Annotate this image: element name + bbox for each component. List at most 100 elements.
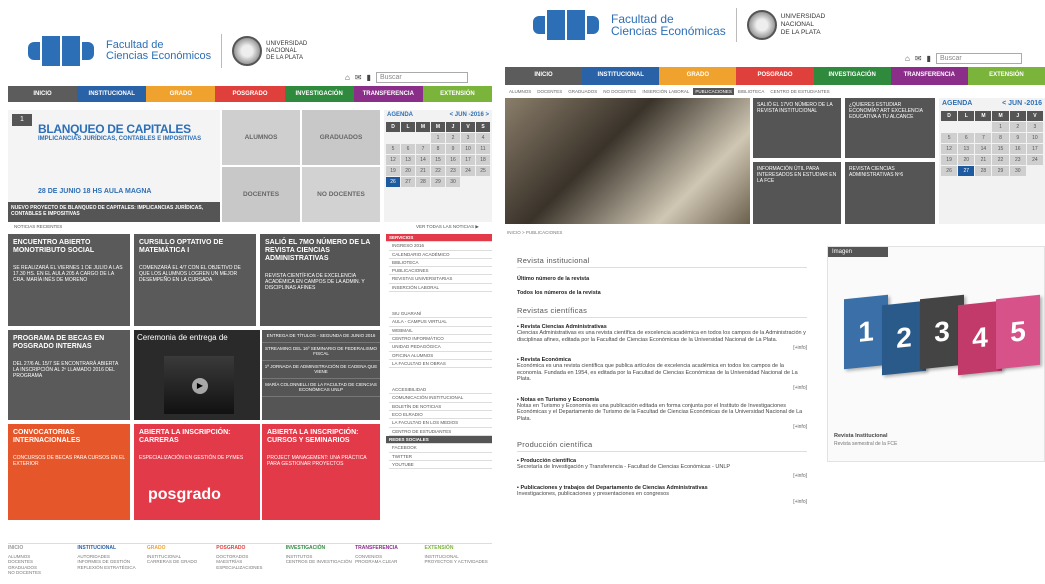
search-input[interactable]: Buscar xyxy=(935,53,1022,64)
footer-col-heading[interactable]: GRADO xyxy=(147,545,214,552)
fce-logo[interactable]: Facultad de Ciencias Económicas UNIVERSI… xyxy=(533,8,825,42)
calendar-day[interactable]: 23 xyxy=(446,166,460,176)
calendar-day[interactable]: 22 xyxy=(992,155,1009,165)
sidebar-link-boletin-de-noticias[interactable]: BOLETÍN DE NOTICIAS xyxy=(389,403,492,412)
sidebar-link-accesibilidad[interactable]: ACCESIBILIDAD xyxy=(389,386,492,395)
nav-item-inicio[interactable]: INICIO xyxy=(505,67,583,85)
subnav-item-alumnos[interactable]: ALUMNOS xyxy=(507,88,533,95)
sidebar-link-eco-elradio[interactable]: ECO ELRADIO xyxy=(389,411,492,420)
news-tile-carreras[interactable]: ABIERTA LA INSCRIPCIÓN: CARRERAS ESPECIA… xyxy=(134,424,260,520)
subnav-item-centro-de-estudiantes[interactable]: CENTRO DE ESTUDIANTES xyxy=(768,88,831,95)
subnav-item-biblioteca[interactable]: BIBLIOTECA xyxy=(736,88,767,95)
sidebar-link-calendario-academico[interactable]: CALENDARIO ACADÉMICO xyxy=(389,251,492,259)
subnav-item-publicaciones[interactable]: PUBLICACIONES xyxy=(693,88,734,95)
sidebar-link-youtube[interactable]: YOUTUBE xyxy=(389,461,492,470)
calendar-day[interactable]: 24 xyxy=(461,166,475,176)
more-info-link[interactable]: [+info] xyxy=(517,345,807,351)
calendar-day[interactable]: 21 xyxy=(416,166,430,176)
more-info-link[interactable]: [+info] xyxy=(517,473,807,479)
footer-link[interactable]: PROGRAMA CLEAR xyxy=(355,559,422,565)
calendar-day[interactable]: 13 xyxy=(958,144,975,154)
calendar-day[interactable]: 12 xyxy=(386,155,400,165)
calendar-day[interactable]: 22 xyxy=(431,166,445,176)
news-list-item[interactable]: STREAMING DEL 16º SEMINARIO DE FEDERALIS… xyxy=(262,343,380,361)
news-tile-convocatorias[interactable]: CONVOCATORIAS INTERNACIONALES CONCURSOS … xyxy=(8,424,130,520)
sidebar-link-biblioteca[interactable]: BIBLIOTECA xyxy=(389,259,492,268)
news-tile-revista[interactable]: SALIÓ EL 7MO NÚMERO DE LA REVISTA CIENCI… xyxy=(260,234,380,326)
calendar-day[interactable]: 17 xyxy=(461,155,475,165)
news-tile-monotributo[interactable]: ENCUENTRO ABIERTO MONOTRIBUTO SOCIAL SE … xyxy=(8,234,130,326)
promo-revista-ciencias[interactable]: REVISTA CIENCIAS ADMINISTRATIVAS Nº6 xyxy=(845,162,935,224)
sidebar-link-comunicacion-institucional[interactable]: COMUNICACIÓN INSTITUCIONAL xyxy=(389,394,492,403)
calendar-day[interactable]: 9 xyxy=(1009,133,1026,143)
footer-col-heading[interactable]: INVESTIGACIÓN xyxy=(286,545,353,552)
news-tile-cursos[interactable]: ABIERTA LA INSCRIPCIÓN: CURSOS Y SEMINAR… xyxy=(262,424,380,520)
news-list-item[interactable]: 1ª JORNADA DE ADMINISTRACIÓN DE CADENA Q… xyxy=(262,361,380,379)
sidebar-link-insercion-laboral[interactable]: INSERCIÓN LABORAL xyxy=(389,284,492,293)
stats-icon[interactable]: ▮ xyxy=(367,73,371,82)
video-ceremonia[interactable]: Ceremonia de entrega de ▶ xyxy=(134,330,260,420)
sidebar-link-la-facultad-en-los-medios[interactable]: LA FACULTAD EN LOS MEDIOS xyxy=(389,419,492,428)
nav-item-investigacion[interactable]: INVESTIGACIÓN xyxy=(284,86,354,102)
calendar-day[interactable]: 27 xyxy=(401,177,415,187)
more-info-link[interactable]: [+info] xyxy=(517,499,807,505)
sidebar-link-oficina-alumnos[interactable]: OFICINA ALUMNOS xyxy=(389,352,492,360)
sidebar-link-centro-de-estudiantes[interactable]: CENTRO DE ESTUDIANTES xyxy=(389,428,492,436)
nav-item-extension[interactable]: EXTENSIÓN xyxy=(967,67,1045,85)
nav-item-institucional[interactable]: INSTITUCIONAL xyxy=(77,86,147,102)
news-tile-matematica[interactable]: CURSILLO OPTATIVO DE MATEMÁTICA I COMENZ… xyxy=(134,234,256,326)
magazine-covers-image[interactable]: 12345 xyxy=(834,287,1040,377)
sidebar-link-centro-informatico[interactable]: CENTRO INFORMÁTICO xyxy=(389,335,492,344)
calendar-day[interactable]: 7 xyxy=(416,144,430,154)
calendar-day[interactable]: 30 xyxy=(446,177,460,187)
news-list-item[interactable]: MARÍA COLONNELLI DE LA FACULTAD DE CIENC… xyxy=(262,379,380,397)
nav-item-transferencia[interactable]: TRANSFERENCIA xyxy=(353,86,423,102)
subnav-item-docentes[interactable]: DOCENTES xyxy=(535,88,564,95)
nav-item-extension[interactable]: EXTENSIÓN xyxy=(422,86,492,102)
subnav-item-no-docentes[interactable]: NO DOCENTES xyxy=(601,88,638,95)
calendar-day[interactable]: 17 xyxy=(1026,144,1043,154)
footer-link[interactable]: CARRERAS DE GRADO xyxy=(147,559,214,565)
calendar-day[interactable]: 29 xyxy=(992,166,1009,176)
calendar-day[interactable]: 27 xyxy=(958,166,975,176)
calendar-day[interactable]: 30 xyxy=(1009,166,1026,176)
mail-icon[interactable]: ✉ xyxy=(915,54,922,63)
calendar-day[interactable]: 8 xyxy=(431,144,445,154)
calendar-day[interactable]: 26 xyxy=(941,166,958,176)
sidebar-link-facebook[interactable]: FACEBOOK xyxy=(389,444,492,453)
news-tile-becas[interactable]: PROGRAMA DE BECAS EN POSGRADO INTERNAS D… xyxy=(8,330,130,420)
link-todos-numeros[interactable]: Todos los números de la revista xyxy=(517,290,807,296)
quick-no-docentes[interactable]: NO DOCENTES xyxy=(302,167,380,222)
link-ultimo-numero[interactable]: Último número de la revista xyxy=(517,276,807,282)
sidebar-link-ingreso-2016[interactable]: INGRESO 2016 xyxy=(389,242,492,251)
calendar-day[interactable]: 3 xyxy=(461,133,475,143)
slide-indicator[interactable]: 1 xyxy=(12,114,32,126)
sidebar-link-webmail[interactable]: WEBMAIL xyxy=(389,327,492,335)
nav-item-institucional[interactable]: INSTITUCIONAL xyxy=(582,67,660,85)
promo-revista-institucional[interactable]: SALIÓ EL 17VO NÚMERO DE LA REVISTA INSTI… xyxy=(753,98,841,158)
home-icon[interactable]: ⌂ xyxy=(345,73,350,82)
home-icon[interactable]: ⌂ xyxy=(905,54,910,63)
nav-item-grado[interactable]: GRADO xyxy=(146,86,216,102)
calendar-day[interactable]: 5 xyxy=(386,144,400,154)
news-list-item[interactable]: ENTREGA DE TÍTULOS - SEGUNDA DE JUNIO 20… xyxy=(262,330,380,343)
footer-col-heading[interactable]: POSGRADO xyxy=(216,545,283,552)
calendar-day[interactable]: 13 xyxy=(401,155,415,165)
nav-item-posgrado[interactable]: POSGRADO xyxy=(215,86,285,102)
calendar-day[interactable]: 20 xyxy=(401,166,415,176)
footer-link[interactable]: NO DOCENTES xyxy=(8,570,75,576)
footer-col-heading[interactable]: INSTITUCIONAL xyxy=(77,545,144,552)
stats-icon[interactable]: ▮ xyxy=(927,54,931,63)
promo-info-util[interactable]: INFORMACIÓN ÚTIL PARA INTERESADOS EN EST… xyxy=(753,162,841,224)
sidebar-link-aula-campus-virtual[interactable]: AULA - CAMPUS VIRTUAL xyxy=(389,318,492,327)
calendar-day[interactable]: 4 xyxy=(476,133,490,143)
footer-link[interactable]: REFLEXIÓN ESTRATÉGICA xyxy=(77,565,144,571)
agenda-month[interactable]: < JUN -2016 > xyxy=(450,112,489,118)
nav-item-posgrado[interactable]: POSGRADO xyxy=(736,67,814,85)
calendar-day[interactable]: 11 xyxy=(476,144,490,154)
calendar-day[interactable]: 14 xyxy=(975,144,992,154)
calendar-day[interactable]: 7 xyxy=(975,133,992,143)
calendar-day[interactable]: 10 xyxy=(1026,133,1043,143)
calendar-day[interactable]: 16 xyxy=(1009,144,1026,154)
sidebar-link-siu-guarani[interactable]: SIU GUARANÍ xyxy=(389,310,492,319)
